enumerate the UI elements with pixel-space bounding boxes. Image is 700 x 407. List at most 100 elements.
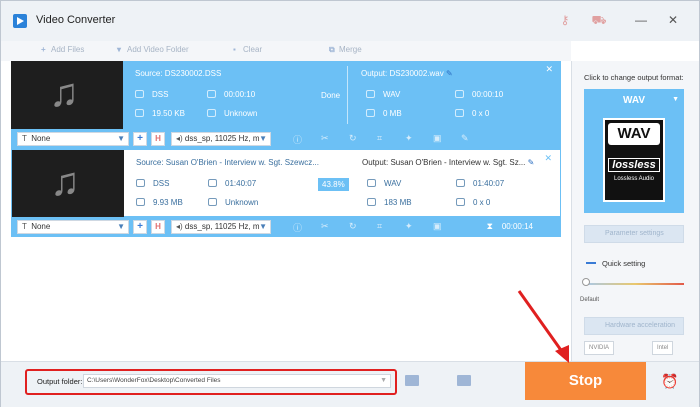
stop-button[interactable]: Stop [525, 362, 646, 400]
format-icon [367, 179, 376, 187]
remove-task-icon[interactable]: ✕ [544, 153, 552, 164]
audio-track-select[interactable]: ◂) dss_sp, 11025 Hz, m ▼ [171, 132, 271, 146]
parameter-settings-button[interactable]: Parameter settings [584, 225, 684, 243]
title-bar: Video Converter ⚷ ⛟ — ✕ [1, 1, 699, 41]
hourglass-icon: ⧗ [486, 221, 493, 231]
task-row[interactable]: ♫ Source: DS230002.DSS DSS 00:00:10 19.5… [11, 61, 561, 129]
out-duration: 00:00:10 [455, 90, 503, 99]
quality-slider-track[interactable] [586, 283, 684, 285]
info-icon[interactable]: ⓘ [293, 133, 302, 146]
audio-track-select[interactable]: ◂) dss_sp, 11025 Hz, m ▼ [171, 220, 271, 234]
chevron-down-icon: ▼ [672, 96, 679, 103]
hardsub-button[interactable]: H [151, 132, 165, 146]
effects-icon[interactable]: ✦ [405, 133, 413, 144]
add-files-button[interactable]: + Add Files [41, 45, 84, 57]
speaker-icon: ◂) [176, 134, 183, 143]
open-folder-icon[interactable] [405, 375, 419, 386]
format-icon [136, 179, 145, 187]
alarm-clock-icon[interactable]: ⏰ [661, 373, 678, 390]
resolution-icon [456, 198, 465, 206]
effects-icon[interactable]: ✦ [405, 221, 413, 232]
task-controls: T None ▼ + H ◂) dss_sp, 11025 Hz, m ▼ ⓘ ✂ … [11, 129, 561, 149]
close-icon[interactable]: ✕ [665, 12, 681, 28]
hardsub-button[interactable]: H [151, 220, 165, 234]
chevron-down-icon: ▼ [380, 377, 387, 384]
output-folder-label: Output folder: [37, 377, 83, 386]
scissors-icon[interactable]: ✂ [321, 133, 329, 144]
add-video-folder-button[interactable]: ▾ Add Video Folder [117, 45, 189, 57]
chevron-down-icon: ▼ [117, 134, 125, 143]
out-duration: 01:40:07 [456, 179, 504, 188]
slider-icon [586, 262, 596, 264]
quick-setting: Quick setting [586, 259, 645, 268]
out-size: 183 MB [367, 198, 412, 207]
output-format-selector[interactable]: WAV ▼ WAV lossless Lossless Audio [584, 89, 684, 213]
clock-icon [455, 90, 464, 98]
resolution-icon [455, 109, 464, 117]
edit-icon[interactable]: ✎ [528, 158, 535, 167]
rotate-icon[interactable]: ↻ [349, 221, 357, 232]
format-icon [366, 90, 375, 98]
output-format-panel: Click to change output format: WAV ▼ WAV… [571, 61, 699, 361]
crop-icon[interactable]: ⌗ [377, 133, 382, 144]
file-icon [367, 198, 376, 206]
format-name: WAV [622, 95, 646, 106]
remove-task-icon[interactable]: ✕ [545, 64, 553, 75]
text-icon: T [22, 222, 27, 231]
scissors-icon[interactable]: ✂ [321, 221, 329, 232]
app-title: Video Converter [36, 14, 116, 26]
hardware-acceleration-toggle[interactable]: Hardware acceleration [584, 317, 684, 335]
status-label: Done [321, 91, 341, 100]
cart-icon[interactable]: ⛟ [591, 12, 607, 28]
task-row[interactable]: ♫ Source: Susan O'Brien - Interview w. S… [11, 149, 561, 218]
intel-chip: Intel [652, 341, 674, 355]
src-duration: 00:00:10 [207, 90, 255, 99]
resolution-icon [208, 198, 217, 206]
add-subtitle-button[interactable]: + [133, 132, 147, 146]
key-icon[interactable]: ⚷ [557, 12, 573, 28]
lossless-audio-label: Lossless Audio [613, 176, 655, 182]
thumbnail: ♫ [12, 150, 124, 218]
clear-button[interactable]: ▪ Clear [233, 45, 262, 57]
browse-folder-icon[interactable] [457, 375, 471, 386]
thumbnail: ♫ [11, 61, 123, 129]
watermark-icon[interactable]: ▣ [433, 133, 442, 144]
pen-icon[interactable]: ✎ [461, 133, 469, 144]
task-controls: T None ▼ + H ◂) dss_sp, 11025 Hz, m ▼ ⓘ ✂ … [11, 217, 561, 237]
src-format: DSS [136, 179, 169, 188]
src-format: DSS [135, 90, 168, 99]
wav-badge: WAV [608, 123, 660, 145]
format-icon [135, 90, 144, 98]
toolbar: + Add Files ▾ Add Video Folder ▪ Clear ⧉ Mer… [1, 41, 571, 61]
resolution-icon [207, 109, 216, 117]
edit-icon[interactable]: ✎ [446, 69, 453, 78]
source-title: Source: Susan O'Brien - Interview w. Sgt… [136, 158, 319, 167]
minimize-icon[interactable]: — [633, 12, 649, 28]
clock-icon [207, 90, 216, 98]
info-icon[interactable]: ⓘ [293, 221, 302, 234]
subtitle-select[interactable]: T None ▼ [17, 132, 129, 146]
subtitle-select[interactable]: T None ▼ [17, 220, 129, 234]
plus-icon: + [41, 45, 46, 54]
add-subtitle-button[interactable]: + [133, 220, 147, 234]
quality-slider-handle[interactable] [582, 278, 590, 286]
music-note-icon: ♫ [49, 71, 79, 115]
merge-button[interactable]: ⧉ Merge [329, 45, 362, 57]
music-note-icon: ♫ [50, 160, 80, 204]
watermark-icon[interactable]: ▣ [433, 221, 442, 232]
rotate-icon[interactable]: ↻ [349, 133, 357, 144]
crop-icon[interactable]: ⌗ [377, 221, 382, 232]
output-folder-input[interactable]: C:\Users\WonderFox\Desktop\Converted Fil… [83, 374, 391, 388]
output-title[interactable]: Output: DS230002.wav ✎ [361, 69, 453, 78]
source-title: Source: DS230002.DSS [135, 69, 222, 78]
out-size: 0 MB [366, 109, 402, 118]
output-title[interactable]: Output: Susan O'Brien - Interview w. Sgt… [362, 158, 534, 167]
out-format: WAV [367, 179, 401, 188]
chevron-down-icon: ▼ [259, 222, 267, 231]
divider [347, 66, 348, 124]
nvidia-chip: NVIDIA [584, 341, 615, 355]
chevron-down-icon: ▼ [117, 222, 125, 231]
speaker-icon: ◂) [176, 222, 183, 231]
task-list-empty-area [11, 237, 561, 361]
out-format: WAV [366, 90, 400, 99]
